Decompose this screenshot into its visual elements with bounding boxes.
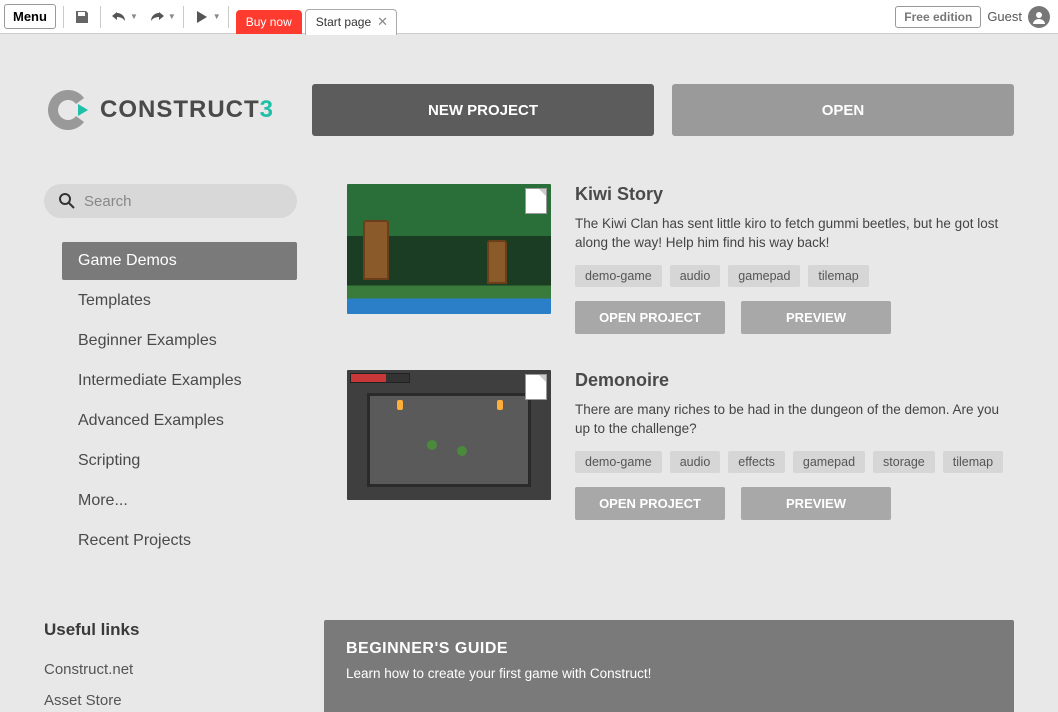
link-construct-net[interactable]: Construct.net xyxy=(44,654,274,685)
tag[interactable]: audio xyxy=(670,451,721,473)
topbar: Menu ▼ ▼ ▼ Buy now Start page ✕ Free edi… xyxy=(0,0,1058,34)
document-icon xyxy=(525,188,547,214)
separator xyxy=(228,6,229,28)
project-thumbnail[interactable] xyxy=(347,184,551,314)
preview-button[interactable]: PREVIEW xyxy=(741,301,891,334)
user-icon xyxy=(1032,10,1046,24)
tag-list: demo-game audio effects gamepad storage … xyxy=(575,451,1006,473)
project-list[interactable]: Kiwi Story The Kiwi Clan has sent little… xyxy=(347,184,1014,584)
preview-button[interactable]: PREVIEW xyxy=(741,487,891,520)
close-icon[interactable]: ✕ xyxy=(377,14,388,30)
tag[interactable]: storage xyxy=(873,451,935,473)
separator xyxy=(63,6,64,28)
open-button[interactable]: OPEN xyxy=(672,84,1014,136)
redo-icon xyxy=(149,10,165,24)
sidebar-item-game-demos[interactable]: Game Demos xyxy=(62,242,297,280)
tag[interactable]: gamepad xyxy=(793,451,865,473)
buy-now-button[interactable]: Buy now xyxy=(236,10,302,34)
tag[interactable]: tilemap xyxy=(808,265,868,287)
project-card: Demonoire There are many riches to be ha… xyxy=(347,370,1006,520)
separator xyxy=(183,6,184,28)
tag-list: demo-game audio gamepad tilemap xyxy=(575,265,1006,287)
sidebar-item-recent-projects[interactable]: Recent Projects xyxy=(62,522,297,560)
header-row: CONSTRUCT3 NEW PROJECT OPEN xyxy=(44,84,1014,136)
play-icon xyxy=(196,10,208,24)
useful-links-heading: Useful links xyxy=(44,620,274,640)
sidebar-item-more[interactable]: More... xyxy=(62,482,297,520)
link-asset-store[interactable]: Asset Store xyxy=(44,685,274,712)
project-card: Kiwi Story The Kiwi Clan has sent little… xyxy=(347,184,1006,334)
tab-label: Start page xyxy=(316,15,371,29)
search-icon xyxy=(58,192,76,210)
sidebar-item-intermediate-examples[interactable]: Intermediate Examples xyxy=(62,362,297,400)
beginners-guide-card[interactable]: BEGINNER'S GUIDE Learn how to create you… xyxy=(324,620,1014,712)
tag[interactable]: demo-game xyxy=(575,265,662,287)
separator xyxy=(100,6,101,28)
chevron-down-icon[interactable]: ▼ xyxy=(168,12,176,21)
main-content[interactable]: CONSTRUCT3 NEW PROJECT OPEN Game Demos T… xyxy=(0,34,1058,712)
sidebar-item-templates[interactable]: Templates xyxy=(62,282,297,320)
user-label: Guest xyxy=(987,9,1022,24)
tab-start-page[interactable]: Start page ✕ xyxy=(305,9,397,35)
construct-logo-icon xyxy=(44,86,92,134)
user-avatar-button[interactable] xyxy=(1028,6,1050,28)
chevron-down-icon[interactable]: ▼ xyxy=(213,12,221,21)
tag[interactable]: tilemap xyxy=(943,451,1003,473)
tag[interactable]: audio xyxy=(670,265,721,287)
search-input[interactable] xyxy=(84,193,283,210)
logo: CONSTRUCT3 xyxy=(44,86,294,134)
undo-icon xyxy=(111,10,127,24)
open-project-button[interactable]: OPEN PROJECT xyxy=(575,487,725,520)
tag[interactable]: gamepad xyxy=(728,265,800,287)
free-edition-badge[interactable]: Free edition xyxy=(895,6,981,28)
logo-text: CONSTRUCT3 xyxy=(100,96,274,124)
save-button[interactable] xyxy=(67,3,97,31)
menu-button[interactable]: Menu xyxy=(4,4,56,29)
guide-title: BEGINNER'S GUIDE xyxy=(346,640,992,658)
project-thumbnail[interactable] xyxy=(347,370,551,500)
sidebar-item-advanced-examples[interactable]: Advanced Examples xyxy=(62,402,297,440)
open-project-button[interactable]: OPEN PROJECT xyxy=(575,301,725,334)
project-title: Kiwi Story xyxy=(575,184,1006,205)
project-description: The Kiwi Clan has sent little kiro to fe… xyxy=(575,215,1006,253)
chevron-down-icon[interactable]: ▼ xyxy=(130,12,138,21)
project-description: There are many riches to be had in the d… xyxy=(575,401,1006,439)
sidebar-item-beginner-examples[interactable]: Beginner Examples xyxy=(62,322,297,360)
guide-description: Learn how to create your first game with… xyxy=(346,666,992,681)
nav-list: Game Demos Templates Beginner Examples I… xyxy=(44,242,297,560)
new-project-button[interactable]: NEW PROJECT xyxy=(312,84,654,136)
useful-links: Useful links Construct.net Asset Store xyxy=(44,620,274,712)
tag[interactable]: demo-game xyxy=(575,451,662,473)
search-box[interactable] xyxy=(44,184,297,218)
sidebar-item-scripting[interactable]: Scripting xyxy=(62,442,297,480)
sidebar: Game Demos Templates Beginner Examples I… xyxy=(44,184,297,584)
project-title: Demonoire xyxy=(575,370,1006,391)
document-icon xyxy=(525,374,547,400)
tag[interactable]: effects xyxy=(728,451,785,473)
save-icon xyxy=(74,9,90,25)
